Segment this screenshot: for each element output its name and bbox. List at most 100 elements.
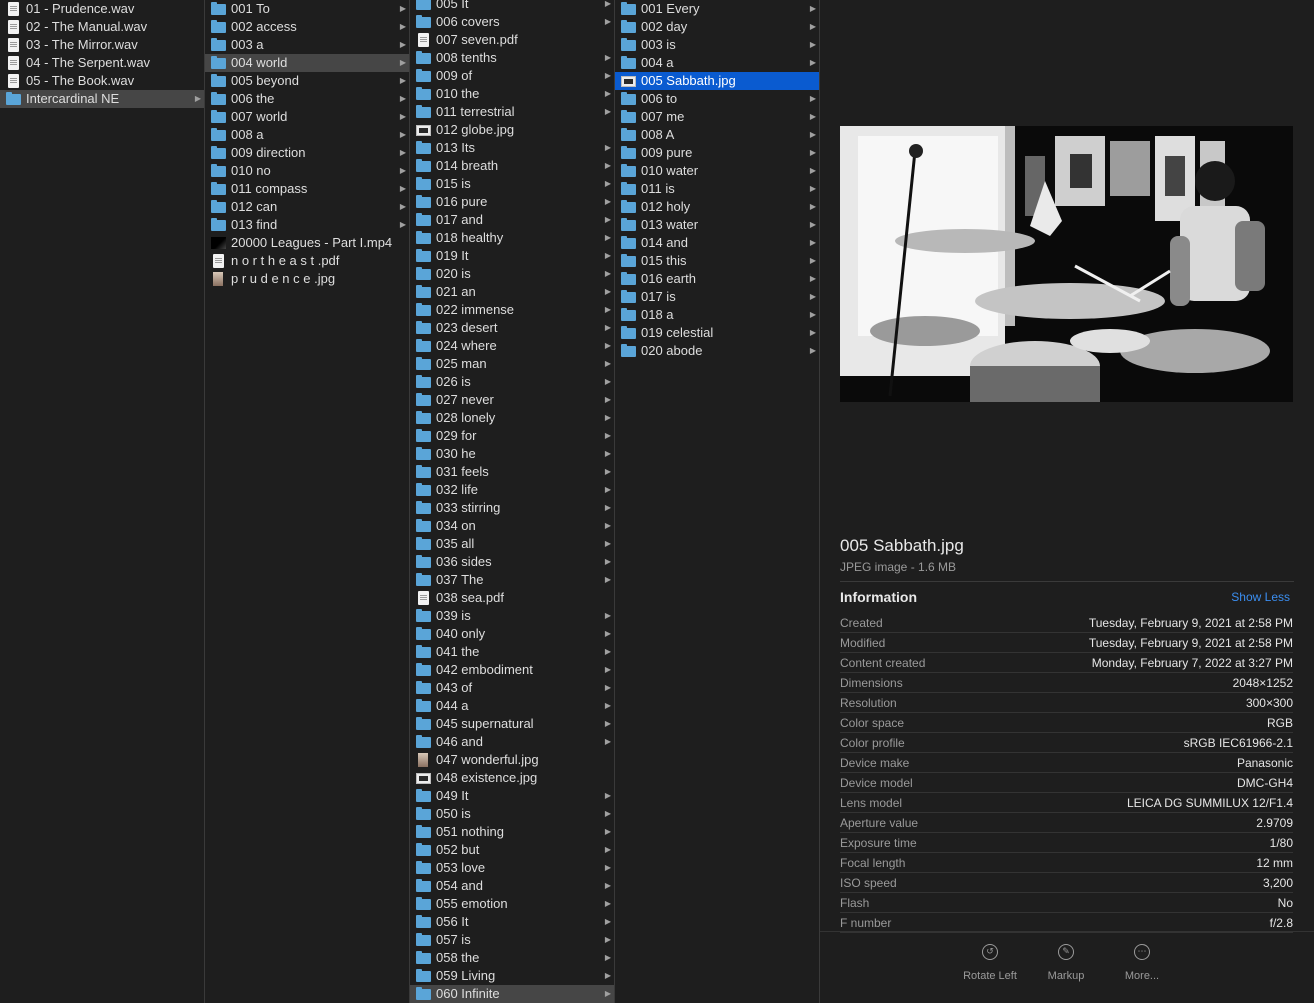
folder-row[interactable]: 045 supernatural ▶ bbox=[410, 715, 614, 733]
folder-row[interactable]: 058 the ▶ bbox=[410, 949, 614, 967]
folder-row[interactable]: 008 a ▶ bbox=[205, 126, 409, 144]
folder-row[interactable]: 018 a ▶ bbox=[615, 306, 819, 324]
folder-row[interactable]: 016 earth ▶ bbox=[615, 270, 819, 288]
file-row[interactable]: 03 - The Mirror.wav bbox=[0, 36, 204, 54]
folder-row[interactable]: 036 sides ▶ bbox=[410, 553, 614, 571]
folder-row[interactable]: 013 Its ▶ bbox=[410, 139, 614, 157]
folder-row[interactable]: 005 It ▶ bbox=[410, 0, 614, 13]
folder-row[interactable]: 035 all ▶ bbox=[410, 535, 614, 553]
rotate-left-button[interactable]: ↺ Rotate Left bbox=[955, 944, 1025, 984]
folder-row[interactable]: Intercardinal NE ▶ bbox=[0, 90, 204, 108]
folder-row[interactable]: 019 It ▶ bbox=[410, 247, 614, 265]
folder-row[interactable]: 002 access ▶ bbox=[205, 18, 409, 36]
folder-row[interactable]: 026 is ▶ bbox=[410, 373, 614, 391]
file-row[interactable]: 05 - The Book.wav bbox=[0, 72, 204, 90]
folder-row[interactable]: 037 The ▶ bbox=[410, 571, 614, 589]
folder-row[interactable]: 034 on ▶ bbox=[410, 517, 614, 535]
file-row[interactable]: 007 seven.pdf bbox=[410, 31, 614, 49]
folder-row[interactable]: 011 compass ▶ bbox=[205, 180, 409, 198]
folder-row[interactable]: 002 day ▶ bbox=[615, 18, 819, 36]
file-row[interactable]: 038 sea.pdf bbox=[410, 589, 614, 607]
folder-row[interactable]: 053 love ▶ bbox=[410, 859, 614, 877]
folder-row[interactable]: 009 pure ▶ bbox=[615, 144, 819, 162]
markup-button[interactable]: ✎ Markup bbox=[1031, 944, 1101, 984]
folder-row[interactable]: 007 world ▶ bbox=[205, 108, 409, 126]
folder-row[interactable]: 015 is ▶ bbox=[410, 175, 614, 193]
folder-row[interactable]: 003 a ▶ bbox=[205, 36, 409, 54]
show-less-link[interactable]: Show Less bbox=[1231, 590, 1290, 604]
file-row[interactable]: 20000 Leagues - Part I.mp4 bbox=[205, 234, 409, 252]
folder-row[interactable]: 046 and ▶ bbox=[410, 733, 614, 751]
folder-row[interactable]: 013 find ▶ bbox=[205, 216, 409, 234]
folder-row[interactable]: 012 can ▶ bbox=[205, 198, 409, 216]
folder-row[interactable]: 001 Every ▶ bbox=[615, 0, 819, 18]
folder-row[interactable]: 018 healthy ▶ bbox=[410, 229, 614, 247]
folder-row[interactable]: 025 man ▶ bbox=[410, 355, 614, 373]
folder-row[interactable]: 022 immense ▶ bbox=[410, 301, 614, 319]
folder-row[interactable]: 009 direction ▶ bbox=[205, 144, 409, 162]
folder-row[interactable]: 006 the ▶ bbox=[205, 90, 409, 108]
file-row[interactable]: 04 - The Serpent.wav bbox=[0, 54, 204, 72]
folder-row[interactable]: 027 never ▶ bbox=[410, 391, 614, 409]
folder-row[interactable]: 008 tenths ▶ bbox=[410, 49, 614, 67]
folder-row[interactable]: 043 of ▶ bbox=[410, 679, 614, 697]
folder-row[interactable]: 050 is ▶ bbox=[410, 805, 614, 823]
folder-row[interactable]: 042 embodiment ▶ bbox=[410, 661, 614, 679]
folder-row[interactable]: 015 this ▶ bbox=[615, 252, 819, 270]
file-row[interactable]: 01 - Prudence.wav bbox=[0, 0, 204, 18]
more-button[interactable]: ⋯ More... bbox=[1107, 944, 1177, 984]
folder-row[interactable]: 017 and ▶ bbox=[410, 211, 614, 229]
file-row[interactable]: 047 wonderful.jpg bbox=[410, 751, 614, 769]
folder-row[interactable]: 032 life ▶ bbox=[410, 481, 614, 499]
folder-row[interactable]: 010 water ▶ bbox=[615, 162, 819, 180]
folder-row[interactable]: 033 stirring ▶ bbox=[410, 499, 614, 517]
folder-row[interactable]: 055 emotion ▶ bbox=[410, 895, 614, 913]
folder-row[interactable]: 057 is ▶ bbox=[410, 931, 614, 949]
folder-row[interactable]: 024 where ▶ bbox=[410, 337, 614, 355]
folder-row[interactable]: 008 A ▶ bbox=[615, 126, 819, 144]
folder-row[interactable]: 041 the ▶ bbox=[410, 643, 614, 661]
finder-column-4[interactable]: 001 Every ▶ 002 day ▶ 003 is ▶ 004 a ▶ 005 Sabba… bbox=[615, 0, 820, 1003]
finder-column-1[interactable]: 01 - Prudence.wav 02 - The Manual.wav 03 -… bbox=[0, 0, 205, 1003]
folder-row[interactable]: 012 holy ▶ bbox=[615, 198, 819, 216]
folder-row[interactable]: 009 of ▶ bbox=[410, 67, 614, 85]
folder-row[interactable]: 054 and ▶ bbox=[410, 877, 614, 895]
folder-row[interactable]: 005 beyond ▶ bbox=[205, 72, 409, 90]
folder-row[interactable]: 039 is ▶ bbox=[410, 607, 614, 625]
folder-row[interactable]: 007 me ▶ bbox=[615, 108, 819, 126]
folder-row[interactable]: 006 covers ▶ bbox=[410, 13, 614, 31]
folder-row[interactable]: 021 an ▶ bbox=[410, 283, 614, 301]
file-row[interactable]: 048 existence.jpg bbox=[410, 769, 614, 787]
folder-row[interactable]: 049 It ▶ bbox=[410, 787, 614, 805]
folder-row[interactable]: 044 a ▶ bbox=[410, 697, 614, 715]
folder-row[interactable]: 010 the ▶ bbox=[410, 85, 614, 103]
folder-row[interactable]: 060 Infinite ▶ bbox=[410, 985, 614, 1003]
folder-row[interactable]: 029 for ▶ bbox=[410, 427, 614, 445]
file-row[interactable]: n o r t h e a s t .pdf bbox=[205, 252, 409, 270]
folder-row[interactable]: 023 desert ▶ bbox=[410, 319, 614, 337]
folder-row[interactable]: 019 celestial ▶ bbox=[615, 324, 819, 342]
folder-row[interactable]: 059 Living ▶ bbox=[410, 967, 614, 985]
folder-row[interactable]: 020 abode ▶ bbox=[615, 342, 819, 360]
folder-row[interactable]: 030 he ▶ bbox=[410, 445, 614, 463]
folder-row[interactable]: 052 but ▶ bbox=[410, 841, 614, 859]
folder-row[interactable]: 010 no ▶ bbox=[205, 162, 409, 180]
folder-row[interactable]: 031 feels ▶ bbox=[410, 463, 614, 481]
folder-row[interactable]: 056 It ▶ bbox=[410, 913, 614, 931]
file-row[interactable]: 02 - The Manual.wav bbox=[0, 18, 204, 36]
folder-row[interactable]: 051 nothing ▶ bbox=[410, 823, 614, 841]
folder-row[interactable]: 004 world ▶ bbox=[205, 54, 409, 72]
folder-row[interactable]: 003 is ▶ bbox=[615, 36, 819, 54]
file-row[interactable]: 005 Sabbath.jpg bbox=[615, 72, 819, 90]
folder-row[interactable]: 016 pure ▶ bbox=[410, 193, 614, 211]
folder-row[interactable]: 001 To ▶ bbox=[205, 0, 409, 18]
finder-column-3[interactable]: 005 It ▶ 006 covers ▶ 007 seven.pdf 008 tenth… bbox=[410, 0, 615, 1003]
folder-row[interactable]: 006 to ▶ bbox=[615, 90, 819, 108]
folder-row[interactable]: 028 lonely ▶ bbox=[410, 409, 614, 427]
folder-row[interactable]: 013 water ▶ bbox=[615, 216, 819, 234]
folder-row[interactable]: 017 is ▶ bbox=[615, 288, 819, 306]
folder-row[interactable]: 014 and ▶ bbox=[615, 234, 819, 252]
folder-row[interactable]: 004 a ▶ bbox=[615, 54, 819, 72]
folder-row[interactable]: 020 is ▶ bbox=[410, 265, 614, 283]
folder-row[interactable]: 011 is ▶ bbox=[615, 180, 819, 198]
